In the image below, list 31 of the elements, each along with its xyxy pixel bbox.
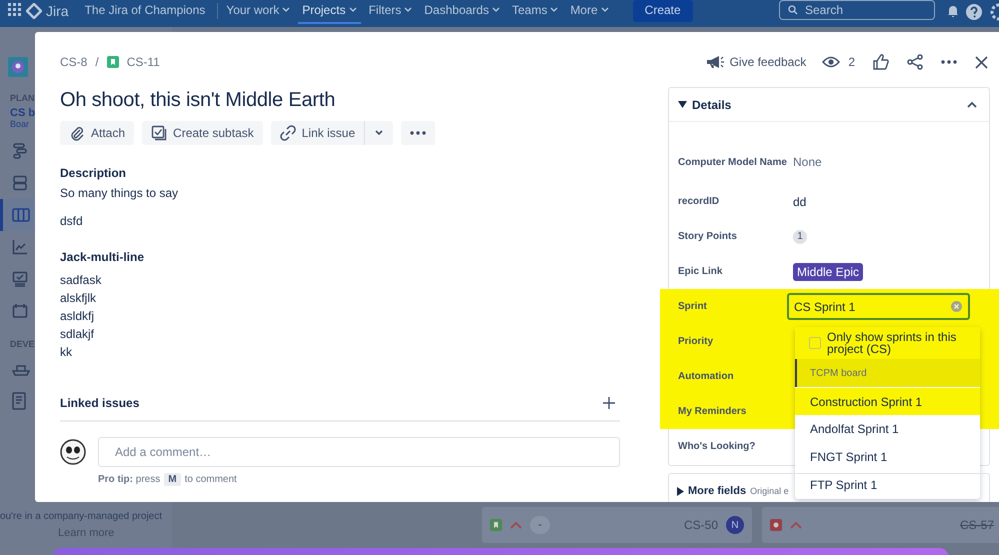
keyboard-key: M — [164, 473, 181, 486]
field-label: recordID — [678, 195, 720, 208]
field-text-line: asldkfj — [60, 308, 96, 325]
field-label: Priority — [678, 335, 714, 348]
field-text-line: alskfjlk — [60, 290, 98, 307]
field-text-line: sadfask — [60, 272, 102, 289]
section-heading: Linked issues — [60, 395, 140, 411]
panel-hint: Original e — [750, 486, 789, 496]
project-notice: ou're in a company-managed project — [0, 511, 162, 522]
pro-tip-text: Pro tip: press — [98, 474, 160, 485]
field-text-line: kk — [60, 344, 73, 361]
issue-key: CS-57 — [960, 518, 994, 532]
group-heading: TCPM board — [795, 359, 980, 387]
project-subtitle: Boar — [10, 119, 30, 129]
field-label: My Reminders — [678, 405, 748, 418]
field-label: Sprint — [678, 300, 708, 313]
story-points-badge: - — [530, 516, 550, 534]
field-label: Automation — [678, 370, 735, 383]
assignee-avatar: N — [726, 516, 744, 534]
section-heading: Description — [60, 165, 126, 181]
field-label: Story Points — [678, 230, 738, 243]
description-text: dsfd — [60, 213, 83, 229]
breadcrumb-separator: / — [95, 55, 99, 69]
issue-key: CS-50 — [684, 518, 718, 532]
field-text-line: sdlakjf — [60, 326, 96, 343]
field-label: Epic Link — [678, 265, 724, 278]
pro-tip-text: to comment — [184, 474, 237, 485]
field-label: Computer Model Name — [678, 156, 788, 168]
field-heading: Jack-multi-line — [60, 249, 144, 265]
description-text: So many things to say — [60, 185, 178, 201]
field-label: Who's Looking? — [678, 440, 756, 453]
